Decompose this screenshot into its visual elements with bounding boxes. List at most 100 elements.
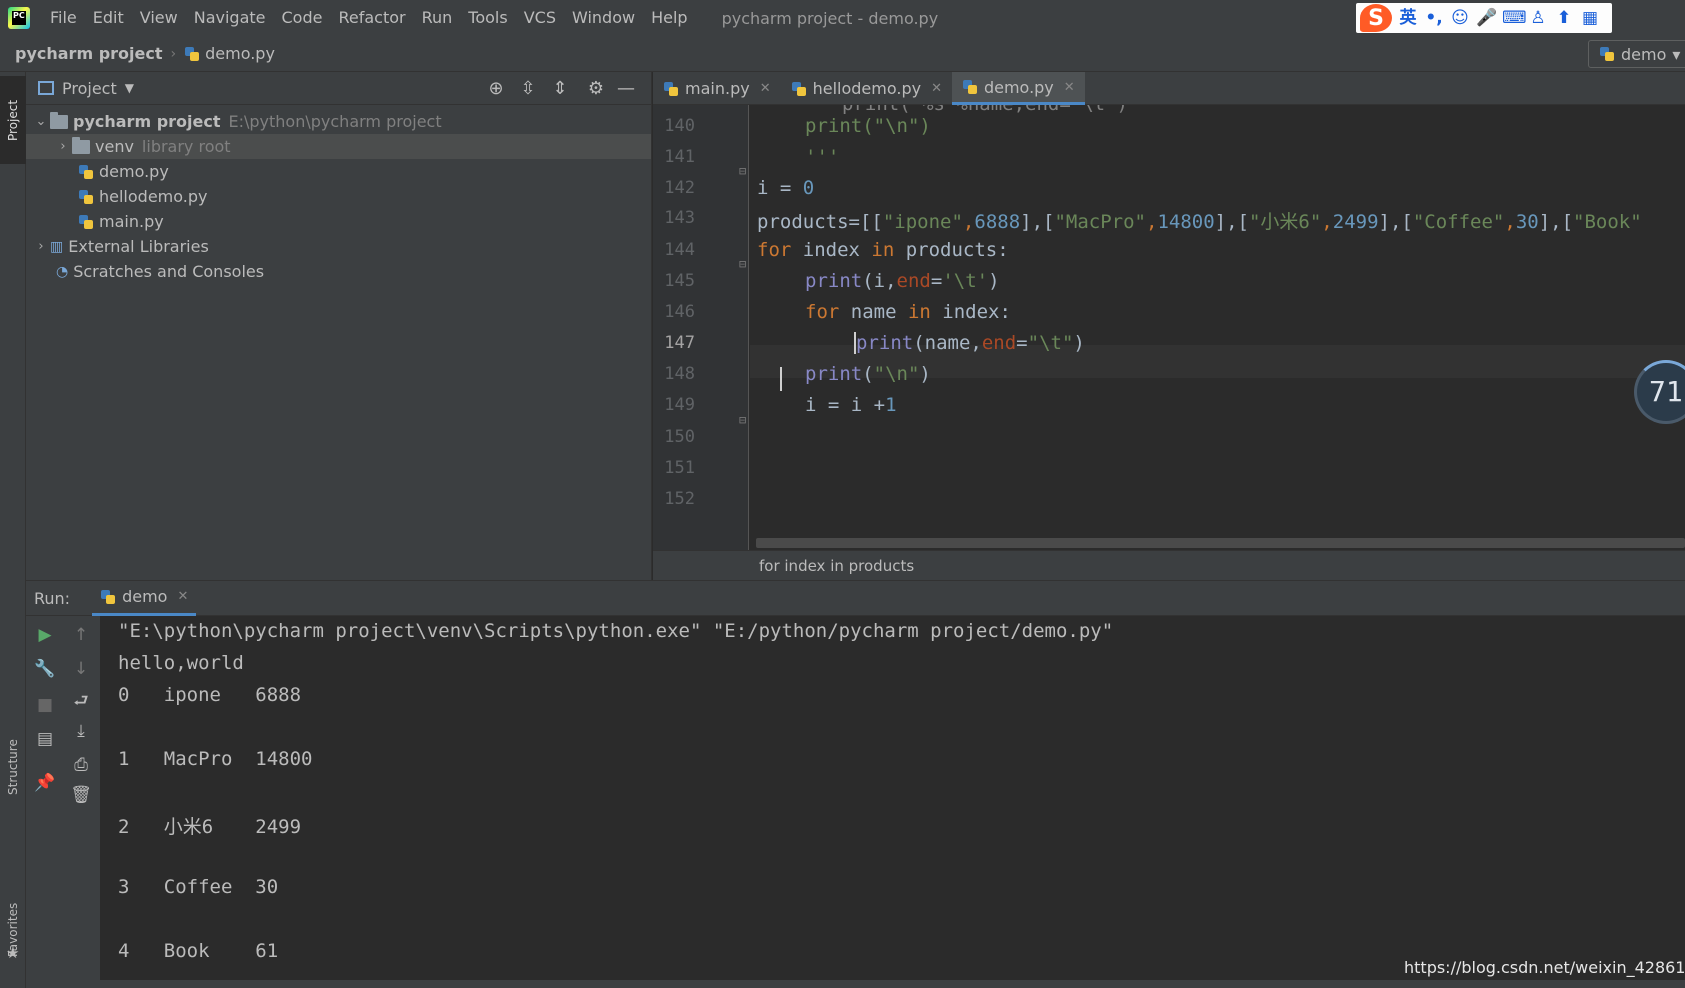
print-icon[interactable]: ⎙ [70, 754, 92, 776]
ime-punct-button[interactable]: •, [1424, 8, 1444, 28]
tab-demo-py[interactable]: demo.py ✕ [951, 72, 1085, 105]
menu-code[interactable]: Code [274, 0, 331, 36]
code-token: in [907, 301, 931, 323]
code-token: print [805, 363, 863, 385]
menu-edit[interactable]: Edit [85, 0, 132, 36]
console-line: 1 MacPro 14800 [118, 748, 313, 770]
tree-row-file[interactable]: hellodemo.py [26, 184, 651, 209]
editor-breadcrumb[interactable]: for index in products [653, 550, 1685, 580]
tree-row-file[interactable]: main.py [26, 209, 651, 234]
tab-label: main.py [685, 79, 750, 98]
menu-run[interactable]: Run [414, 0, 461, 36]
fold-icon[interactable]: ⊟ [739, 413, 746, 427]
project-view-selector[interactable]: Project [62, 79, 117, 98]
menu-navigate[interactable]: Navigate [186, 0, 274, 36]
ime-toolbar[interactable]: S 英 •, ☺ 🎤 ⌨ ♙ ⬆ ▦ [1356, 3, 1612, 33]
star-icon[interactable]: ★ [6, 944, 19, 962]
console-output[interactable]: "E:\python\pycharm project\venv\Scripts\… [100, 616, 1685, 988]
chevron-right-icon[interactable]: › [32, 239, 50, 254]
breadcrumb-project[interactable]: pycharm project [15, 44, 163, 63]
user-icon[interactable]: ♙ [1528, 8, 1548, 28]
horizontal-scrollbar[interactable] [756, 538, 1685, 548]
venv-folder-name: venv [95, 137, 134, 156]
tab-label: demo.py [983, 77, 1054, 97]
line-number: 142 [664, 178, 695, 198]
keyboard-icon[interactable]: ⌨ [1502, 8, 1527, 28]
chevron-right-icon[interactable]: › [54, 139, 72, 154]
run-tab-demo[interactable]: demo ✕ [92, 580, 197, 616]
expand-all-icon[interactable]: ⇳ [518, 79, 538, 99]
run-config-selector[interactable]: demo ▾ [1588, 40, 1685, 68]
microphone-icon[interactable]: 🎤 [1476, 8, 1497, 28]
ime-mode-button[interactable]: 英 [1398, 8, 1418, 28]
code-token: 14800 [1157, 211, 1215, 233]
layout-icon[interactable]: ▤ [34, 728, 56, 750]
project-tool-tab[interactable]: Project [0, 76, 26, 164]
line-number: 152 [664, 489, 695, 509]
collapse-all-icon[interactable]: ⇕ [550, 79, 570, 99]
window-title: pycharm project - demo.py [721, 8, 939, 28]
tab-hellodemo-py[interactable]: hellodemo.py ✕ [781, 72, 952, 105]
tree-row-scratches[interactable]: ◔ Scratches and Consoles [26, 259, 651, 284]
emoji-icon[interactable]: ☺ [1450, 8, 1470, 28]
menu-tools[interactable]: Tools [460, 0, 515, 36]
project-panel-header: Project ▼ ⊕ ⇳ ⇕ ⚙ — [26, 72, 651, 105]
code-token: "小米6" [1248, 211, 1322, 233]
close-icon[interactable]: ✕ [177, 589, 188, 604]
editor-gutter[interactable]: 140 141 142 143 144 145 146 147 148 149 … [653, 105, 749, 550]
chevron-down-icon[interactable]: ⌄ [32, 114, 50, 129]
watermark: https://blog.csdn.net/weixin_42861044 [1404, 958, 1685, 977]
gear-icon[interactable]: ⚙ [586, 79, 606, 99]
console-line: "E:\python\pycharm project\venv\Scripts\… [118, 620, 1114, 642]
menu-view[interactable]: View [132, 0, 186, 36]
code-line-147: print(name,end="\t") [854, 332, 1085, 354]
arrow-up-icon[interactable]: ↑ [70, 624, 92, 646]
project-window-icon [38, 81, 54, 95]
close-icon[interactable]: ✕ [760, 81, 771, 96]
scratches-icon: ◔ [56, 263, 69, 280]
skin-icon[interactable]: ⬆ [1554, 8, 1574, 28]
code-line-143: products=[["ipone",6888],["MacPro",14800… [757, 211, 1642, 233]
close-icon[interactable]: ✕ [1064, 80, 1075, 95]
tree-row-root[interactable]: ⌄ pycharm project E:\python\pycharm proj… [26, 109, 651, 134]
wrench-icon[interactable]: 🔧 [34, 658, 56, 680]
arrow-down-icon[interactable]: ↓ [70, 658, 92, 680]
chevron-down-icon[interactable]: ▼ [125, 81, 134, 95]
code-token: "ipone" [882, 211, 963, 233]
stop-icon[interactable]: ■ [34, 694, 56, 716]
breadcrumb-file[interactable]: demo.py [205, 44, 275, 63]
grid-icon[interactable]: ▦ [1580, 8, 1600, 28]
menu-refactor[interactable]: Refactor [330, 0, 413, 36]
fold-icon[interactable]: ⊟ [739, 257, 746, 271]
code-token: in [871, 239, 895, 261]
soft-wrap-icon[interactable]: ⮐ [70, 690, 92, 712]
hide-icon[interactable]: — [616, 79, 636, 99]
code-token: for [805, 301, 840, 323]
menu-vcs[interactable]: VCS [516, 0, 564, 36]
close-icon[interactable]: ✕ [931, 81, 942, 96]
tree-row-file[interactable]: demo.py [26, 159, 651, 184]
sogou-logo-icon[interactable]: S [1360, 4, 1392, 32]
tree-row-external-libraries[interactable]: › ▥ External Libraries [26, 234, 651, 259]
menu-help[interactable]: Help [643, 0, 695, 36]
python-icon [100, 589, 116, 605]
structure-tool-tab[interactable]: Structure [0, 722, 26, 812]
python-file-icon [663, 81, 679, 97]
menu-window[interactable]: Window [564, 0, 643, 36]
pin-icon[interactable]: 📌 [34, 772, 56, 794]
trash-icon[interactable]: 🗑 [70, 784, 92, 806]
locate-icon[interactable]: ⊕ [486, 79, 506, 99]
fold-icon[interactable]: ⊟ [739, 164, 746, 178]
folder-icon [72, 136, 90, 154]
rerun-icon[interactable]: ▶ [34, 624, 56, 646]
tab-main-py[interactable]: main.py ✕ [653, 72, 781, 105]
menu-bar: PC File Edit View Navigate Code Refactor… [0, 0, 1685, 36]
code-token: print [856, 332, 914, 354]
run-toolbar: ▶ ↑ 🔧 ↓ ■ ⮐ ⤓ ▤ ⎙ 📌 🗑 [26, 616, 100, 988]
line-number: 150 [664, 427, 695, 447]
scroll-to-end-icon[interactable]: ⤓ [70, 720, 92, 742]
menu-file[interactable]: File [42, 0, 85, 36]
code-token: print [805, 270, 863, 292]
tree-row-venv[interactable]: › venv library root [26, 134, 651, 159]
code-editor[interactable]: print("%s"%name,end="\t") print("\n") ''… [750, 105, 1685, 550]
